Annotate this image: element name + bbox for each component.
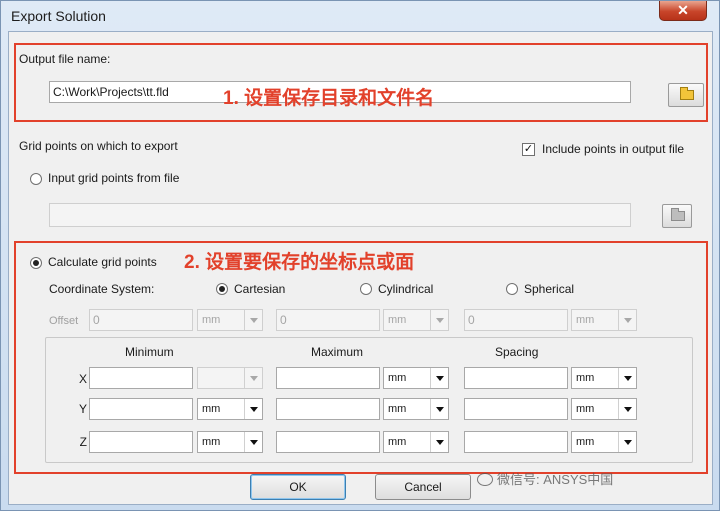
include-points-checkbox[interactable]: ✓ [522, 143, 535, 156]
browse-grid-file-button[interactable] [662, 204, 692, 228]
annotation-box-grid [14, 241, 708, 474]
grid-points-label: Grid points on which to export [19, 139, 178, 153]
watermark: 微信号: ANSYS中国 [477, 469, 613, 488]
annotation-step-1: 1. 设置保存目录和文件名 [223, 88, 435, 109]
input-grid-label: Input grid points from file [48, 171, 180, 185]
export-solution-window: Export Solution ✕ Output file name: C:\W… [0, 0, 720, 511]
folder-icon [671, 208, 685, 221]
include-points-label: Include points in output file [542, 142, 685, 156]
ok-button[interactable]: OK [250, 474, 346, 500]
close-button[interactable]: ✕ [659, 1, 707, 21]
cancel-button[interactable]: Cancel [375, 474, 471, 500]
input-grid-radio[interactable] [30, 173, 42, 185]
grid-file-input[interactable] [49, 203, 631, 227]
title-bar[interactable]: Export Solution ✕ [1, 1, 719, 31]
annotation-step-2: 2. 设置要保存的坐标点或面 [184, 252, 415, 273]
watermark-text: 微信号: ANSYS中国 [497, 472, 614, 487]
wechat-icon [477, 473, 493, 486]
window-title: Export Solution [11, 8, 106, 24]
